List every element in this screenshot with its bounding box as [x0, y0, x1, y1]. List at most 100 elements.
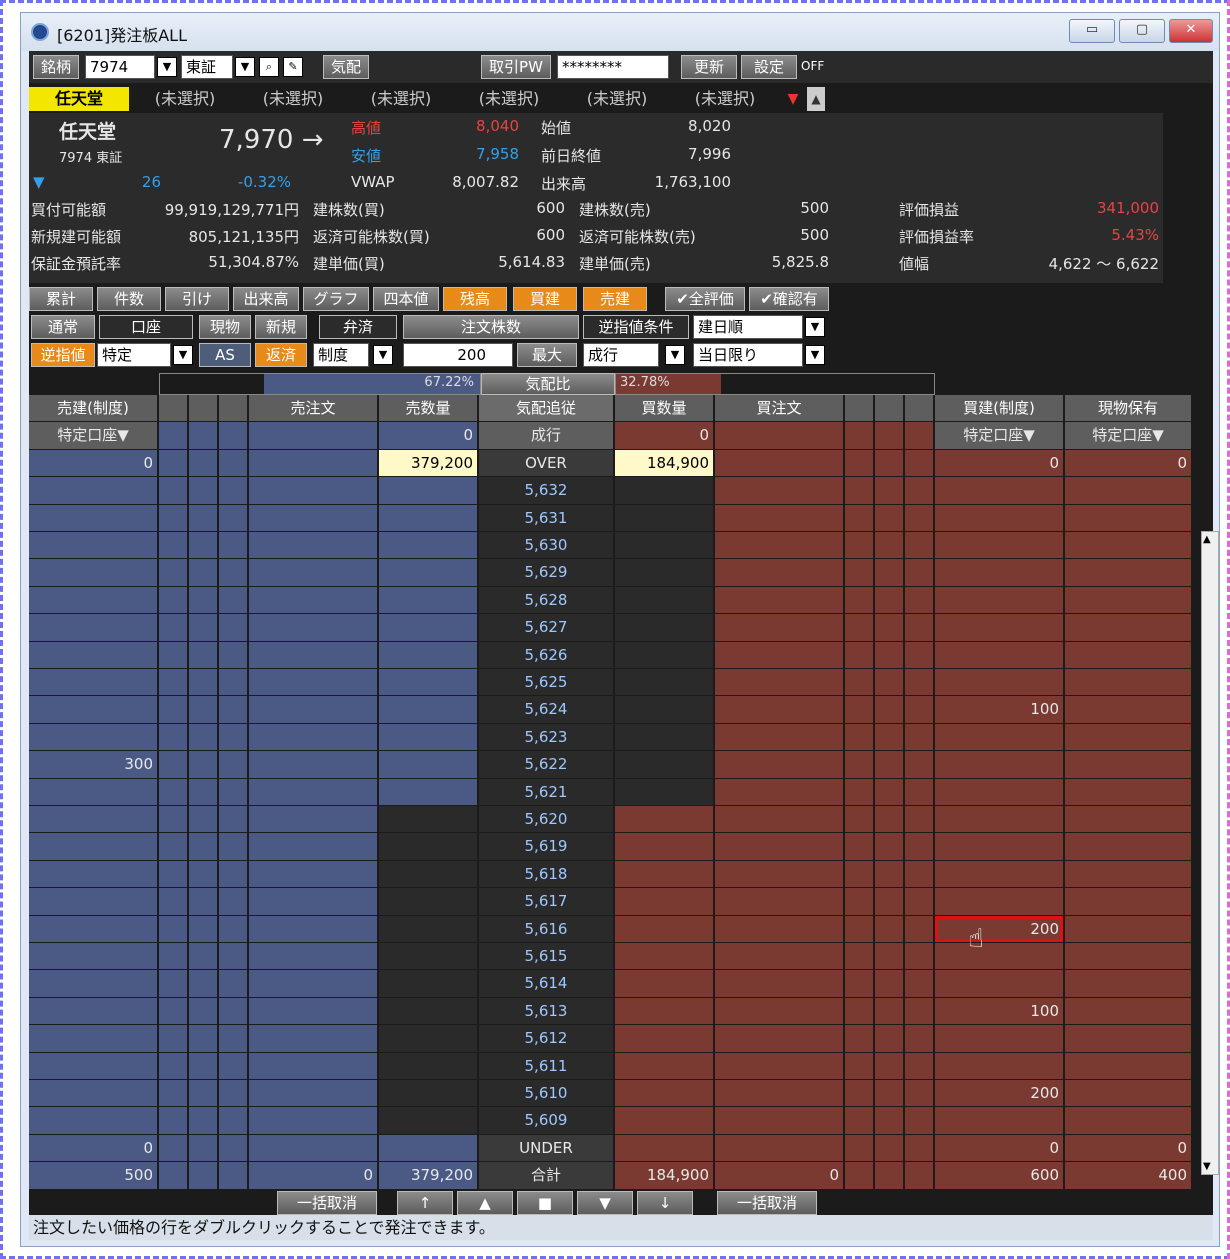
quantity-input[interactable]: 200 [403, 343, 513, 367]
price-row-buy-order[interactable] [715, 614, 843, 641]
price-row-sell-qty[interactable] [379, 997, 477, 1025]
price-row-b1[interactable] [845, 751, 873, 778]
quote-button[interactable]: 気配 [323, 55, 369, 79]
price-row-b3[interactable] [905, 614, 933, 641]
price-row-b2[interactable] [875, 504, 903, 531]
price-row-b2[interactable] [875, 1025, 903, 1052]
total-row-g3[interactable] [219, 1162, 247, 1189]
price-row-sell-order[interactable] [249, 943, 377, 970]
price-row-price[interactable]: 5,628 [479, 586, 613, 614]
price-row-holding[interactable] [1065, 1107, 1191, 1134]
search-icon[interactable]: ⌕ [259, 57, 279, 77]
price-row-b2[interactable] [875, 669, 903, 696]
over-row-holding[interactable]: 0 [1065, 449, 1191, 477]
price-row-b2[interactable] [875, 696, 903, 723]
price-row-g2[interactable] [189, 915, 217, 942]
price-row-sell-qty[interactable] [379, 1052, 477, 1079]
price-row-b2[interactable] [875, 586, 903, 614]
under-row-b3[interactable] [905, 1134, 933, 1162]
confirm-checkbox[interactable]: ✔確認有 [749, 287, 829, 311]
price-row-g1[interactable] [159, 915, 187, 942]
under-row-g1[interactable] [159, 1134, 187, 1162]
price-row-b2[interactable] [875, 833, 903, 860]
price-row-buy-margin[interactable] [935, 532, 1063, 559]
price-row-g1[interactable] [159, 641, 187, 668]
price-row-sell-qty[interactable] [379, 532, 477, 559]
over-row-b3[interactable] [905, 449, 933, 477]
price-row-buy-qty[interactable] [615, 943, 713, 970]
total-row-b2[interactable] [875, 1162, 903, 1189]
price-row-g1[interactable] [159, 943, 187, 970]
price-row-buy-margin[interactable] [935, 943, 1063, 970]
price-row-b3[interactable] [905, 1052, 933, 1079]
price-row-g2[interactable] [189, 504, 217, 531]
price-row-sell-margin[interactable] [29, 586, 157, 614]
password-input[interactable]: ******** [557, 55, 669, 79]
price-row-buy-margin[interactable] [935, 641, 1063, 668]
price-row-g1[interactable] [159, 504, 187, 531]
price-row-sell-margin[interactable] [29, 1025, 157, 1052]
over-row-sell-qty[interactable]: 379,200 [379, 449, 477, 477]
price-row-g3[interactable] [219, 888, 247, 915]
max-button[interactable]: 最大 [517, 343, 577, 367]
price-row-holding[interactable] [1065, 915, 1191, 942]
under-row-buy-margin[interactable]: 0 [935, 1134, 1063, 1162]
price-row-buy-margin[interactable]: 200 [935, 915, 1063, 942]
market-row-b3[interactable] [905, 422, 933, 449]
price-row-g2[interactable] [189, 1080, 217, 1107]
price-row-buy-margin[interactable] [935, 723, 1063, 751]
price-row-sell-order[interactable] [249, 669, 377, 696]
symbol-input[interactable]: 7974 [85, 55, 155, 79]
maximize-button[interactable]: ▢ [1119, 19, 1165, 43]
price-row-g3[interactable] [219, 1025, 247, 1052]
price-row-buy-qty[interactable] [615, 778, 713, 805]
price-row-g1[interactable] [159, 997, 187, 1025]
scroll-up-arrow-icon[interactable]: ▲ [1203, 534, 1211, 545]
price-row-buy-qty[interactable] [615, 997, 713, 1025]
sell-margin-button[interactable]: 売建 [583, 287, 647, 311]
price-row-price[interactable]: 5,611 [479, 1052, 613, 1079]
price-row-sell-qty[interactable] [379, 1025, 477, 1052]
price-row-holding[interactable] [1065, 751, 1191, 778]
over-row-sell-margin[interactable]: 0 [29, 449, 157, 477]
price-row-buy-order[interactable] [715, 860, 843, 888]
total-row-buy-margin[interactable]: 600 [935, 1162, 1063, 1189]
price-row-holding[interactable] [1065, 970, 1191, 997]
price-row-buy-order[interactable] [715, 1025, 843, 1052]
new-button[interactable]: 新規 [255, 315, 307, 339]
price-row-buy-qty[interactable] [615, 833, 713, 860]
price-row-price[interactable]: 5,615 [479, 943, 613, 970]
price-row-buy-margin[interactable]: 100 [935, 696, 1063, 723]
price-row-holding[interactable] [1065, 1052, 1191, 1079]
order-type-select[interactable]: 成行 [583, 343, 659, 367]
price-row-b2[interactable] [875, 559, 903, 586]
stop-order-button[interactable]: 逆指値 [31, 343, 95, 367]
total-row-b3[interactable] [905, 1162, 933, 1189]
price-row-buy-margin[interactable] [935, 833, 1063, 860]
price-row-buy-margin[interactable]: 100 [935, 997, 1063, 1025]
price-row-b3[interactable] [905, 833, 933, 860]
price-row-g2[interactable] [189, 641, 217, 668]
under-row-g3[interactable] [219, 1134, 247, 1162]
price-row-b3[interactable] [905, 888, 933, 915]
jump-top-button[interactable]: ↑ [397, 1191, 453, 1215]
tab-stock-7[interactable]: (未選択) [673, 87, 777, 111]
price-row-price[interactable]: 5,617 [479, 888, 613, 915]
price-row-holding[interactable] [1065, 1080, 1191, 1107]
price-row-sell-margin[interactable] [29, 1080, 157, 1107]
price-row-b2[interactable] [875, 860, 903, 888]
price-row-g2[interactable] [189, 532, 217, 559]
price-row-price[interactable]: 5,622 [479, 751, 613, 778]
price-row-sell-margin[interactable] [29, 860, 157, 888]
price-row-sell-qty[interactable] [379, 970, 477, 997]
over-row-buy-order[interactable] [715, 449, 843, 477]
price-row-sell-margin[interactable] [29, 559, 157, 586]
price-row-buy-margin[interactable] [935, 559, 1063, 586]
price-row-g3[interactable] [219, 778, 247, 805]
price-row-price[interactable]: 5,627 [479, 614, 613, 641]
price-row-b2[interactable] [875, 614, 903, 641]
price-row-b3[interactable] [905, 696, 933, 723]
price-row-g2[interactable] [189, 586, 217, 614]
price-row-b2[interactable] [875, 970, 903, 997]
system-dropdown[interactable]: ▼ [373, 345, 393, 365]
